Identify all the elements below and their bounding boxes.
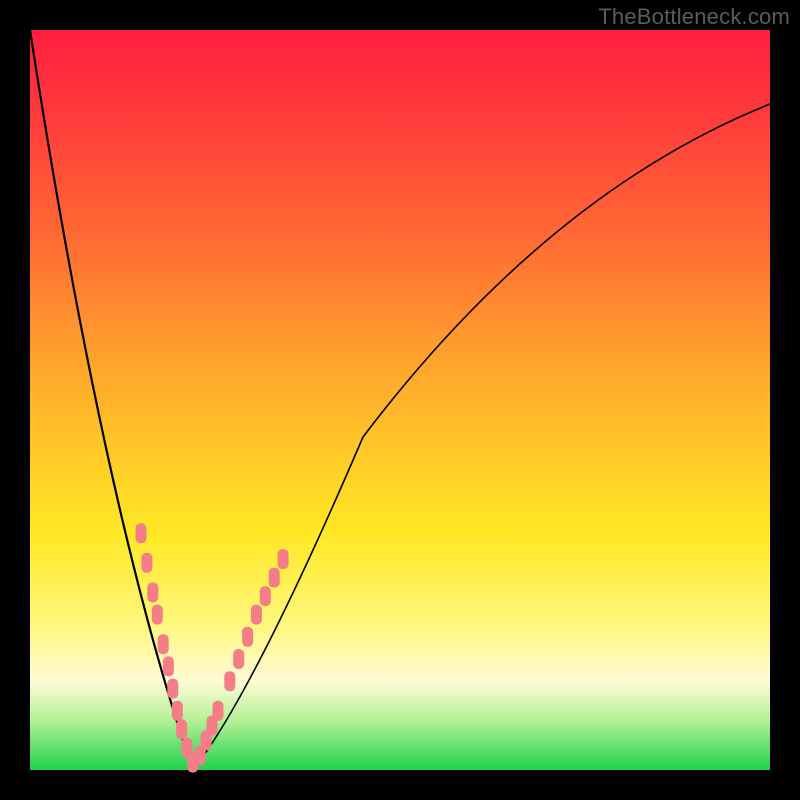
data-marker xyxy=(176,719,187,739)
data-marker xyxy=(141,553,152,573)
data-marker xyxy=(260,586,271,606)
data-marker xyxy=(278,549,289,569)
data-marker xyxy=(251,605,262,625)
data-marker xyxy=(242,627,253,647)
data-marker xyxy=(167,679,178,699)
plot-area xyxy=(30,30,770,770)
data-marker xyxy=(213,701,224,721)
data-marker xyxy=(152,605,163,625)
data-marker xyxy=(163,656,174,676)
curve-layer xyxy=(30,30,770,770)
watermark-text: TheBottleneck.com xyxy=(598,4,790,30)
data-marker xyxy=(224,671,235,691)
chart-frame: TheBottleneck.com xyxy=(0,0,800,800)
data-marker xyxy=(269,568,280,588)
data-marker xyxy=(172,701,183,721)
data-marker xyxy=(147,582,158,602)
data-marker xyxy=(158,634,169,654)
data-marker xyxy=(233,649,244,669)
data-marker xyxy=(136,523,147,543)
right-branch-curve xyxy=(193,104,770,770)
